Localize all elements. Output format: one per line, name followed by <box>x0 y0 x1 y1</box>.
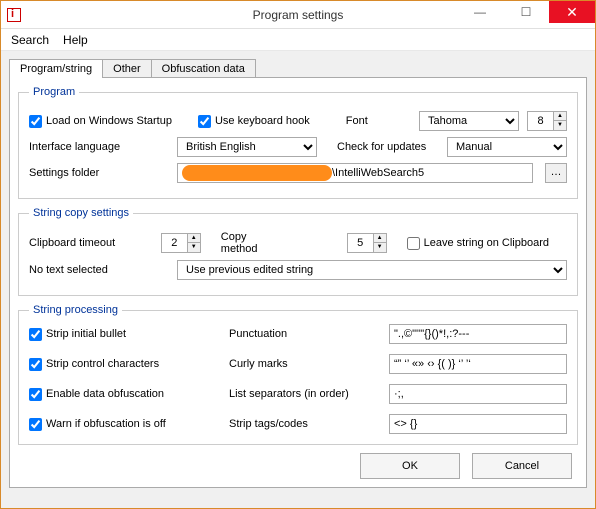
warn-obf-checkbox[interactable]: Warn if obfuscation is off <box>29 418 211 431</box>
strip-tags-input[interactable] <box>389 414 567 434</box>
string-copy-legend: String copy settings <box>29 207 133 219</box>
list-sep-input[interactable] <box>389 384 567 404</box>
program-legend: Program <box>29 86 79 98</box>
settings-folder-label: Settings folder <box>29 167 169 179</box>
strip-bullet-checkbox[interactable]: Strip initial bullet <box>29 328 211 341</box>
tab-other[interactable]: Other <box>102 59 152 78</box>
menu-help[interactable]: Help <box>63 33 88 47</box>
strip-tags-label: Strip tags/codes <box>229 418 389 430</box>
tab-panel: Program Load on Windows Startup Use keyb… <box>9 77 587 488</box>
check-updates-select[interactable]: Manual <box>447 137 567 157</box>
spin-down-icon[interactable]: ▼ <box>374 243 386 252</box>
load-startup-checkbox[interactable]: Load on Windows Startup <box>29 115 172 128</box>
check-updates-label: Check for updates <box>337 141 426 153</box>
enable-obf-checkbox[interactable]: Enable data obfuscation <box>29 388 211 401</box>
minimize-button[interactable]: — <box>457 1 503 23</box>
settings-folder-input[interactable]: \IntelliWebSearch5 <box>177 163 533 183</box>
string-proc-legend: String processing <box>29 304 122 316</box>
leave-clipboard-checkbox[interactable]: Leave string on Clipboard <box>407 237 549 250</box>
program-group: Program Load on Windows Startup Use keyb… <box>18 86 578 199</box>
no-text-label: No text selected <box>29 264 169 276</box>
interface-lang-select[interactable]: British English <box>177 137 317 157</box>
keyboard-hook-checkbox[interactable]: Use keyboard hook <box>198 115 310 128</box>
spin-down-icon[interactable]: ▼ <box>188 243 200 252</box>
tab-strip: Program/string Other Obfuscation data <box>9 59 587 78</box>
clipboard-timeout-spinner[interactable]: ▲▼ <box>161 233 201 253</box>
tab-obfuscation-data[interactable]: Obfuscation data <box>151 59 256 78</box>
font-size-spinner[interactable]: ▲▼ <box>527 111 567 131</box>
clipboard-timeout-label: Clipboard timeout <box>29 237 153 249</box>
tab-program-string[interactable]: Program/string <box>9 59 103 78</box>
browse-folder-button[interactable]: … <box>545 163 567 183</box>
strip-control-checkbox[interactable]: Strip control characters <box>29 358 211 371</box>
menubar: Search Help <box>1 29 595 51</box>
menu-search[interactable]: Search <box>11 33 49 47</box>
titlebar: Program settings — ☐ ✕ <box>1 1 595 29</box>
settings-window: Program settings — ☐ ✕ Search Help Progr… <box>0 0 596 509</box>
spin-up-icon[interactable]: ▲ <box>374 234 386 243</box>
ok-button[interactable]: OK <box>360 453 460 479</box>
curly-input[interactable] <box>389 354 567 374</box>
spin-down-icon[interactable]: ▼ <box>554 121 566 130</box>
maximize-button[interactable]: ☐ <box>503 1 549 23</box>
string-processing-group: String processing Strip initial bullet P… <box>18 304 578 445</box>
punctuation-input[interactable] <box>389 324 567 344</box>
app-icon <box>7 8 21 22</box>
list-sep-label: List separators (in order) <box>229 388 389 400</box>
punctuation-label: Punctuation <box>229 328 389 340</box>
spin-up-icon[interactable]: ▲ <box>188 234 200 243</box>
no-text-select[interactable]: Use previous edited string <box>177 260 567 280</box>
string-copy-group: String copy settings Clipboard timeout ▲… <box>18 207 578 296</box>
interface-lang-label: Interface language <box>29 141 169 153</box>
redacted-path <box>182 165 332 181</box>
window-title: Program settings <box>253 8 344 22</box>
copy-method-label: Copy method <box>221 231 279 255</box>
cancel-button[interactable]: Cancel <box>472 453 572 479</box>
font-name-select[interactable]: Tahoma <box>419 111 519 131</box>
close-button[interactable]: ✕ <box>549 1 595 23</box>
curly-label: Curly marks <box>229 358 389 370</box>
copy-method-spinner[interactable]: ▲▼ <box>347 233 387 253</box>
font-label: Font <box>346 115 368 127</box>
spin-up-icon[interactable]: ▲ <box>554 112 566 121</box>
